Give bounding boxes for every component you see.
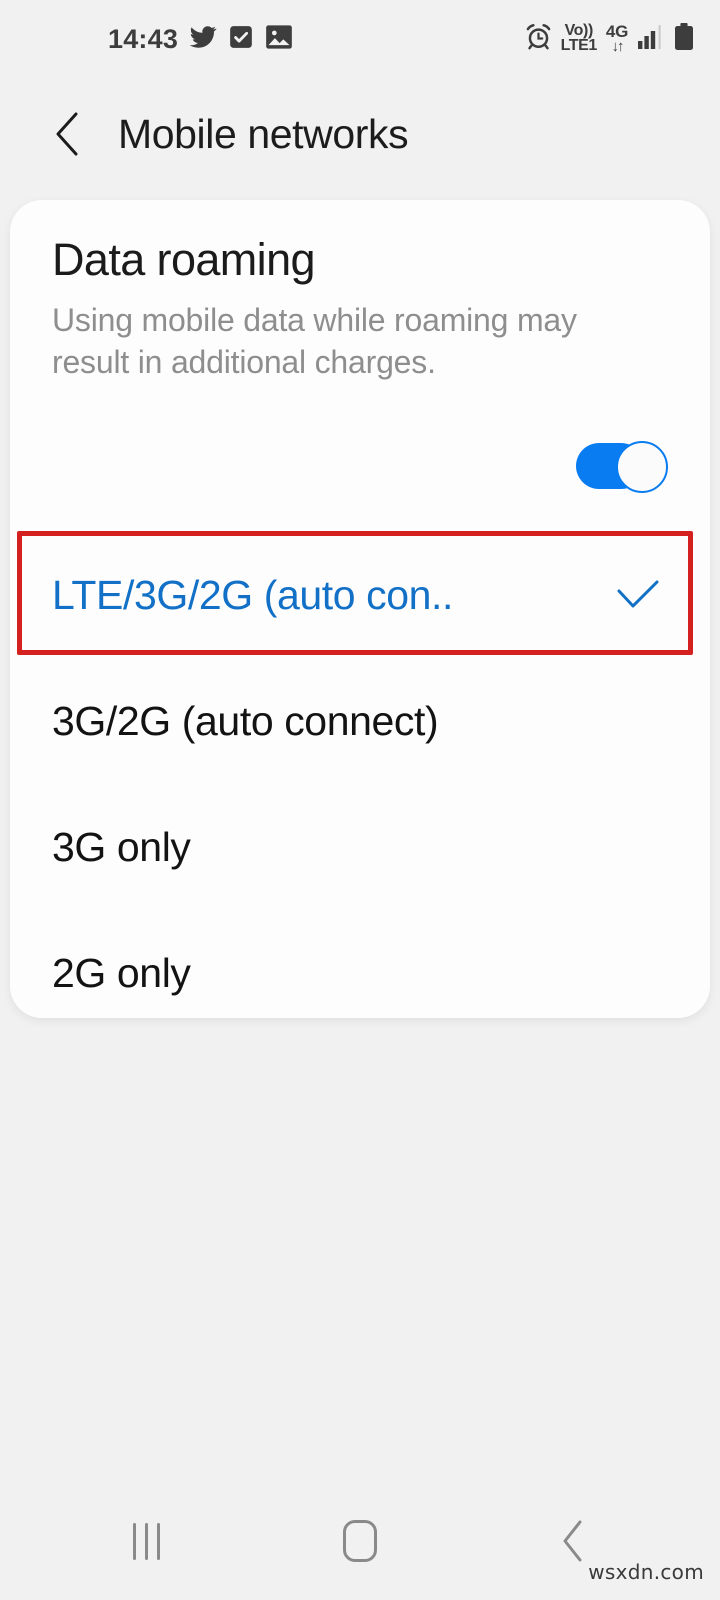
- option-label: 3G only: [52, 823, 191, 870]
- recents-button[interactable]: [92, 1501, 202, 1581]
- nav-chevron-left-icon: [563, 1520, 582, 1562]
- mobile-data-arrows: ↓↑: [611, 37, 624, 55]
- home-button[interactable]: [305, 1501, 415, 1581]
- status-bar-right: Vo)) LTE1 4G ↓↑: [525, 22, 694, 56]
- option-label: 3G/2G (auto connect): [52, 697, 439, 744]
- page-title: Mobile networks: [118, 110, 409, 157]
- battery-icon: [674, 22, 694, 56]
- data-roaming-description: Using mobile data while roaming may resu…: [52, 301, 577, 381]
- back-button[interactable]: [46, 112, 90, 156]
- data-roaming-toggle[interactable]: [576, 441, 668, 493]
- gallery-image-icon: [265, 24, 293, 55]
- network-mode-option-3g-only[interactable]: 3G only: [10, 784, 710, 910]
- status-bar-left: 14:43: [108, 23, 293, 56]
- network-mode-list: LTE/3G/2G (auto con.. 3G/2G (auto connec…: [10, 532, 710, 1036]
- status-bar: 14:43 Vo)) LTE1 4G ↓↑: [0, 0, 720, 78]
- watermark: wsxdn.com: [588, 1560, 704, 1584]
- status-clock: 14:43: [108, 23, 179, 54]
- network-mode-option-3g-2g[interactable]: 3G/2G (auto connect): [10, 658, 710, 784]
- twitter-icon: [189, 23, 217, 56]
- task-checkbox-icon: [228, 24, 254, 55]
- option-label: LTE/3G/2G (auto con..: [52, 571, 454, 618]
- signal-bars-icon: [637, 24, 665, 55]
- chevron-left-icon: [56, 112, 78, 156]
- mobile-data-icon: 4G ↓↑: [606, 23, 628, 55]
- toggle-knob: [616, 441, 668, 493]
- option-label: 2G only: [52, 949, 191, 996]
- page-header: Mobile networks: [0, 78, 720, 190]
- data-roaming-title: Data roaming: [52, 234, 316, 285]
- volte-line2: LTE1: [560, 37, 598, 54]
- data-roaming-toggle-row: [572, 438, 668, 494]
- network-mode-option-lte-3g-2g[interactable]: LTE/3G/2G (auto con..: [10, 532, 710, 658]
- home-icon: [342, 1520, 377, 1562]
- data-roaming-section: Data roaming Using mobile data while roa…: [10, 234, 710, 384]
- alarm-clock-icon: [525, 23, 552, 55]
- network-mode-option-2g-only[interactable]: 2G only: [10, 910, 710, 1036]
- check-icon: [614, 571, 662, 619]
- volte-icon: Vo)) LTE1: [560, 23, 598, 54]
- recents-icon: [133, 1522, 161, 1560]
- settings-card: Data roaming Using mobile data while roa…: [10, 200, 710, 1018]
